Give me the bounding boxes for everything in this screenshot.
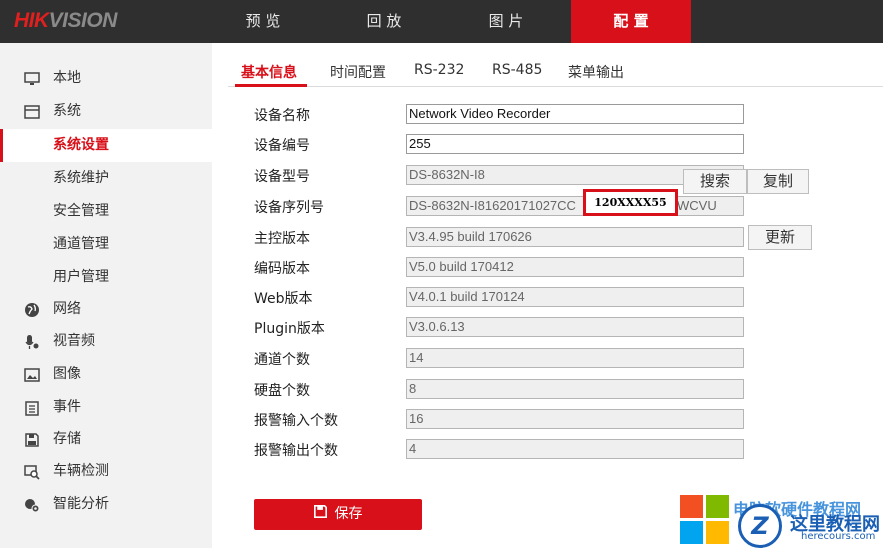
device-name-input[interactable]: Network Video Recorder bbox=[406, 104, 744, 124]
watermark-badge: Z bbox=[738, 504, 782, 548]
sidebar-item-security[interactable]: 安全管理 bbox=[0, 195, 212, 228]
hikvision-logo: HIKVISION bbox=[14, 9, 117, 32]
save-icon bbox=[313, 499, 327, 530]
tab-time-settings[interactable]: 时间配置 bbox=[330, 62, 386, 82]
sidebar-item-storage[interactable]: 存储 bbox=[0, 423, 212, 456]
alarm-input-count-label: 报警输入个数 bbox=[254, 413, 338, 429]
vehicle-search-icon bbox=[24, 464, 40, 480]
serial-number-tail: WCVU bbox=[677, 198, 717, 213]
channel-count-label: 通道个数 bbox=[254, 352, 310, 368]
top-navigation-bar: HIKVISION 预 览 回 放 图 片 配 置 bbox=[0, 0, 883, 43]
alarm-output-count-label: 报警输出个数 bbox=[254, 443, 338, 459]
sidebar-item-channel-management[interactable]: 通道管理 bbox=[0, 228, 212, 261]
plugin-version-field: V3.0.6.13 bbox=[406, 317, 744, 337]
tab-divider bbox=[228, 86, 883, 87]
watermark-url: herecours.com bbox=[801, 531, 876, 542]
nav-pictures[interactable]: 图 片 bbox=[456, 0, 556, 43]
device-name-label: 设备名称 bbox=[254, 108, 310, 124]
nav-preview[interactable]: 预 览 bbox=[213, 0, 313, 43]
sidebar-item-system[interactable]: 系统 bbox=[0, 95, 212, 128]
hdd-count-field: 8 bbox=[406, 379, 744, 399]
tab-menu-output[interactable]: 菜单输出 bbox=[568, 62, 624, 82]
sidebar-item-user-management[interactable]: 用户管理 bbox=[0, 261, 212, 294]
web-version-label: Web版本 bbox=[254, 291, 313, 307]
tab-basic-info[interactable]: 基本信息 bbox=[241, 62, 297, 82]
alarm-output-count-field: 4 bbox=[406, 439, 744, 459]
channel-count-field: 14 bbox=[406, 348, 744, 368]
encoding-version-field: V5.0 build 170412 bbox=[406, 257, 744, 277]
device-number-input[interactable]: 255 bbox=[406, 134, 744, 154]
tab-rs232[interactable]: RS-232 bbox=[414, 62, 464, 78]
save-icon bbox=[24, 432, 40, 448]
sidebar-item-smart-analysis[interactable]: 智能分析 bbox=[0, 488, 212, 521]
calendar-icon bbox=[24, 400, 40, 416]
serial-number-field: DS-8632N-I81620171027CC WCVU bbox=[406, 196, 744, 216]
sidebar-item-vehicle-detection[interactable]: 车辆检测 bbox=[0, 455, 212, 488]
web-version-field: V4.0.1 build 170124 bbox=[406, 287, 744, 307]
smart-analysis-icon bbox=[24, 497, 40, 513]
copy-button[interactable]: 复制 bbox=[747, 169, 809, 194]
device-number-label: 设备编号 bbox=[254, 138, 310, 154]
nav-playback[interactable]: 回 放 bbox=[334, 0, 434, 43]
update-button[interactable]: 更新 bbox=[748, 225, 812, 250]
device-model-label: 设备型号 bbox=[254, 169, 310, 185]
main-firmware-label: 主控版本 bbox=[254, 231, 310, 247]
windows-logo-watermark bbox=[680, 495, 730, 545]
serial-number-label: 设备序列号 bbox=[254, 200, 324, 216]
main-firmware-field: V3.4.95 build 170626 bbox=[406, 227, 744, 247]
image-icon bbox=[24, 367, 40, 383]
save-label: 保存 bbox=[334, 506, 363, 522]
sidebar-item-system-maintenance[interactable]: 系统维护 bbox=[0, 162, 212, 195]
tab-rs485[interactable]: RS-485 bbox=[492, 62, 542, 78]
sidebar-item-event[interactable]: 事件 bbox=[0, 391, 212, 424]
system-icon bbox=[24, 104, 40, 120]
encoding-version-label: 编码版本 bbox=[254, 261, 310, 277]
sidebar-item-local[interactable]: 本地 bbox=[0, 62, 212, 95]
nav-configuration[interactable]: 配 置 bbox=[571, 0, 691, 43]
search-button[interactable]: 搜索 bbox=[683, 169, 747, 194]
hdd-count-label: 硬盘个数 bbox=[254, 383, 310, 399]
sidebar-item-image[interactable]: 图像 bbox=[0, 358, 212, 391]
sidebar-item-system-settings[interactable]: 系统设置 bbox=[0, 129, 212, 162]
microphone-icon bbox=[24, 334, 40, 350]
sidebar-item-network[interactable]: 网络 bbox=[0, 293, 212, 326]
save-button[interactable]: 保存 bbox=[254, 499, 422, 530]
active-tab-indicator bbox=[235, 84, 307, 87]
redacted-serial-overlay: 120XXXX55 bbox=[583, 189, 678, 216]
sidebar-item-video-audio[interactable]: 视音频 bbox=[0, 325, 212, 358]
alarm-input-count-field: 16 bbox=[406, 409, 744, 429]
sidebar: 本地 系统 系统设置 系统维护 安全管理 通道管理 用户管理 网络 视音频 图像 bbox=[0, 43, 212, 548]
monitor-icon bbox=[24, 71, 40, 87]
plugin-version-label: Plugin版本 bbox=[254, 321, 325, 337]
globe-icon bbox=[24, 302, 40, 318]
serial-number-value: DS-8632N-I81620171027CC bbox=[409, 198, 576, 213]
